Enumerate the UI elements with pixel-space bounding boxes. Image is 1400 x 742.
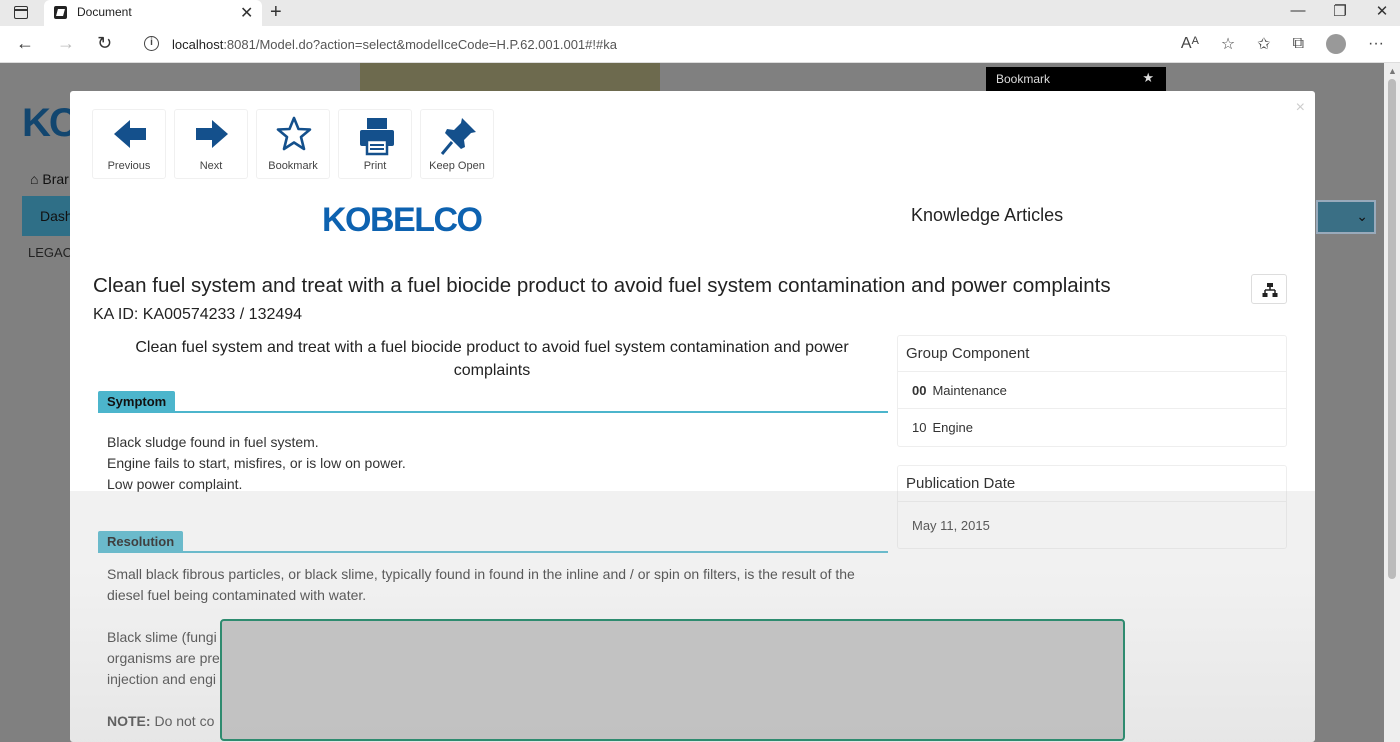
refresh-icon[interactable]: ↻ bbox=[97, 33, 112, 54]
kobelco-logo: KOBELCO bbox=[322, 201, 483, 239]
arrow-right-icon bbox=[196, 120, 228, 148]
home-icon: ⌂ bbox=[30, 171, 39, 187]
background-bookmark-panel: Bookmark ★ bbox=[986, 67, 1166, 91]
close-tab-icon[interactable]: ✕ bbox=[240, 3, 253, 23]
favicon-icon bbox=[54, 6, 67, 19]
close-modal-icon[interactable]: × bbox=[1296, 99, 1305, 117]
component-code: 00 bbox=[912, 383, 927, 398]
symptom-tab: Symptom bbox=[98, 391, 176, 412]
site-info-icon[interactable]: i bbox=[144, 36, 159, 51]
symptom-divider bbox=[98, 411, 888, 413]
knowledge-article-modal: × Previous Next Bookmark Print Keep Open… bbox=[70, 91, 1315, 742]
component-code: 10 bbox=[912, 420, 927, 435]
symptom-line: Engine fails to start, misfires, or is l… bbox=[107, 455, 406, 471]
address-bar: ← → ↻ i localhost:8081/Model.do?action=s… bbox=[0, 26, 1400, 63]
keep-open-button[interactable]: Keep Open bbox=[420, 109, 494, 179]
resolution-tab: Resolution bbox=[98, 531, 184, 552]
add-favorite-icon[interactable]: ☆ bbox=[1221, 34, 1235, 54]
group-component-card: Group Component 00 Maintenance 10 Engine bbox=[897, 335, 1287, 447]
resolution-divider bbox=[98, 551, 888, 553]
print-label: Print bbox=[363, 160, 387, 172]
background-brand: ⌂ Brar bbox=[30, 171, 69, 187]
bookmark-button[interactable]: Bookmark bbox=[256, 109, 330, 179]
article-toolbar: Previous Next Bookmark Print Keep Open bbox=[92, 109, 494, 179]
tab-title: Document bbox=[77, 5, 132, 19]
resolution-paragraph: Small black fibrous particles, or black … bbox=[107, 566, 855, 603]
symptom-line: Black sludge found in fuel system. bbox=[107, 434, 319, 450]
forward-icon[interactable]: → bbox=[57, 33, 75, 54]
scroll-up-icon[interactable]: ▲ bbox=[1388, 66, 1397, 76]
publication-date-heading: Publication Date bbox=[898, 466, 1286, 502]
sitemap-button[interactable] bbox=[1251, 274, 1287, 304]
collections-icon[interactable]: ⧉ bbox=[1293, 35, 1304, 53]
overlay-box bbox=[220, 619, 1125, 741]
sitemap-icon bbox=[1262, 283, 1278, 297]
previous-button[interactable]: Previous bbox=[92, 109, 166, 179]
publication-date-card: Publication Date May 11, 2015 bbox=[897, 465, 1287, 549]
restore-icon[interactable]: ❐ bbox=[1332, 2, 1348, 20]
star-icon: ★ bbox=[1142, 70, 1154, 85]
background-banner bbox=[360, 63, 660, 91]
group-component-heading: Group Component bbox=[898, 336, 1286, 372]
component-name: Maintenance bbox=[932, 383, 1007, 398]
note-label: NOTE: bbox=[107, 713, 151, 729]
window-controls: — ❐ ✕ bbox=[1290, 2, 1390, 20]
url-input[interactable]: localhost:8081/Model.do?action=select&mo… bbox=[172, 37, 617, 52]
symptom-line: Low power complaint. bbox=[107, 476, 243, 492]
arrow-left-icon bbox=[114, 120, 146, 148]
chevron-down-icon: ⌄ bbox=[1356, 208, 1368, 224]
next-button[interactable]: Next bbox=[174, 109, 248, 179]
new-tab-icon[interactable]: + bbox=[270, 1, 282, 24]
profile-avatar[interactable] bbox=[1326, 34, 1347, 54]
minimize-icon[interactable]: — bbox=[1290, 2, 1306, 20]
favorites-icon[interactable]: ✩ bbox=[1257, 34, 1270, 54]
component-name: Engine bbox=[932, 420, 973, 435]
close-window-icon[interactable]: ✕ bbox=[1374, 2, 1390, 20]
previous-label: Previous bbox=[107, 160, 151, 172]
browser-tab-bar: Document ✕ + — ❐ ✕ bbox=[0, 0, 1400, 26]
more-icon[interactable]: ··· bbox=[1368, 35, 1384, 53]
browser-tab[interactable]: Document ✕ bbox=[44, 0, 262, 26]
knowledge-articles-heading: Knowledge Articles bbox=[911, 205, 1064, 225]
background-logo: KC bbox=[22, 101, 78, 145]
printer-icon bbox=[360, 118, 394, 156]
symptom-text: Black sludge found in fuel system. Engin… bbox=[107, 432, 406, 495]
publication-date-value: May 11, 2015 bbox=[912, 518, 990, 533]
background-select: ⌄ bbox=[1316, 200, 1376, 234]
group-component-row[interactable]: 00 Maintenance bbox=[898, 372, 1286, 409]
print-button[interactable]: Print bbox=[338, 109, 412, 179]
article-summary: Clean fuel system and treat with a fuel … bbox=[135, 339, 849, 379]
article-title: Clean fuel system and treat with a fuel … bbox=[93, 274, 1111, 297]
background-bookmark-label: Bookmark bbox=[996, 72, 1051, 86]
tab-actions-icon[interactable] bbox=[14, 6, 28, 19]
bookmark-label: Bookmark bbox=[268, 160, 318, 172]
read-aloud-icon[interactable]: Aᴬ bbox=[1181, 35, 1199, 53]
back-icon[interactable]: ← bbox=[16, 33, 34, 54]
note-text: Do not co bbox=[150, 713, 215, 729]
keep-open-label: Keep Open bbox=[429, 160, 485, 172]
ka-id: KA ID: KA00574233 / 132494 bbox=[93, 306, 303, 323]
pushpin-icon bbox=[440, 118, 476, 155]
scroll-thumb[interactable] bbox=[1388, 79, 1396, 579]
next-label: Next bbox=[199, 160, 223, 172]
background-legacy-label: LEGAC bbox=[28, 245, 73, 260]
group-component-row[interactable]: 10 Engine bbox=[898, 409, 1286, 446]
browser-actions: Aᴬ ☆ ✩ ⧉ ··· bbox=[1181, 34, 1384, 54]
star-outline-icon bbox=[276, 116, 312, 151]
page-scrollbar[interactable]: ▲ bbox=[1384, 63, 1400, 742]
